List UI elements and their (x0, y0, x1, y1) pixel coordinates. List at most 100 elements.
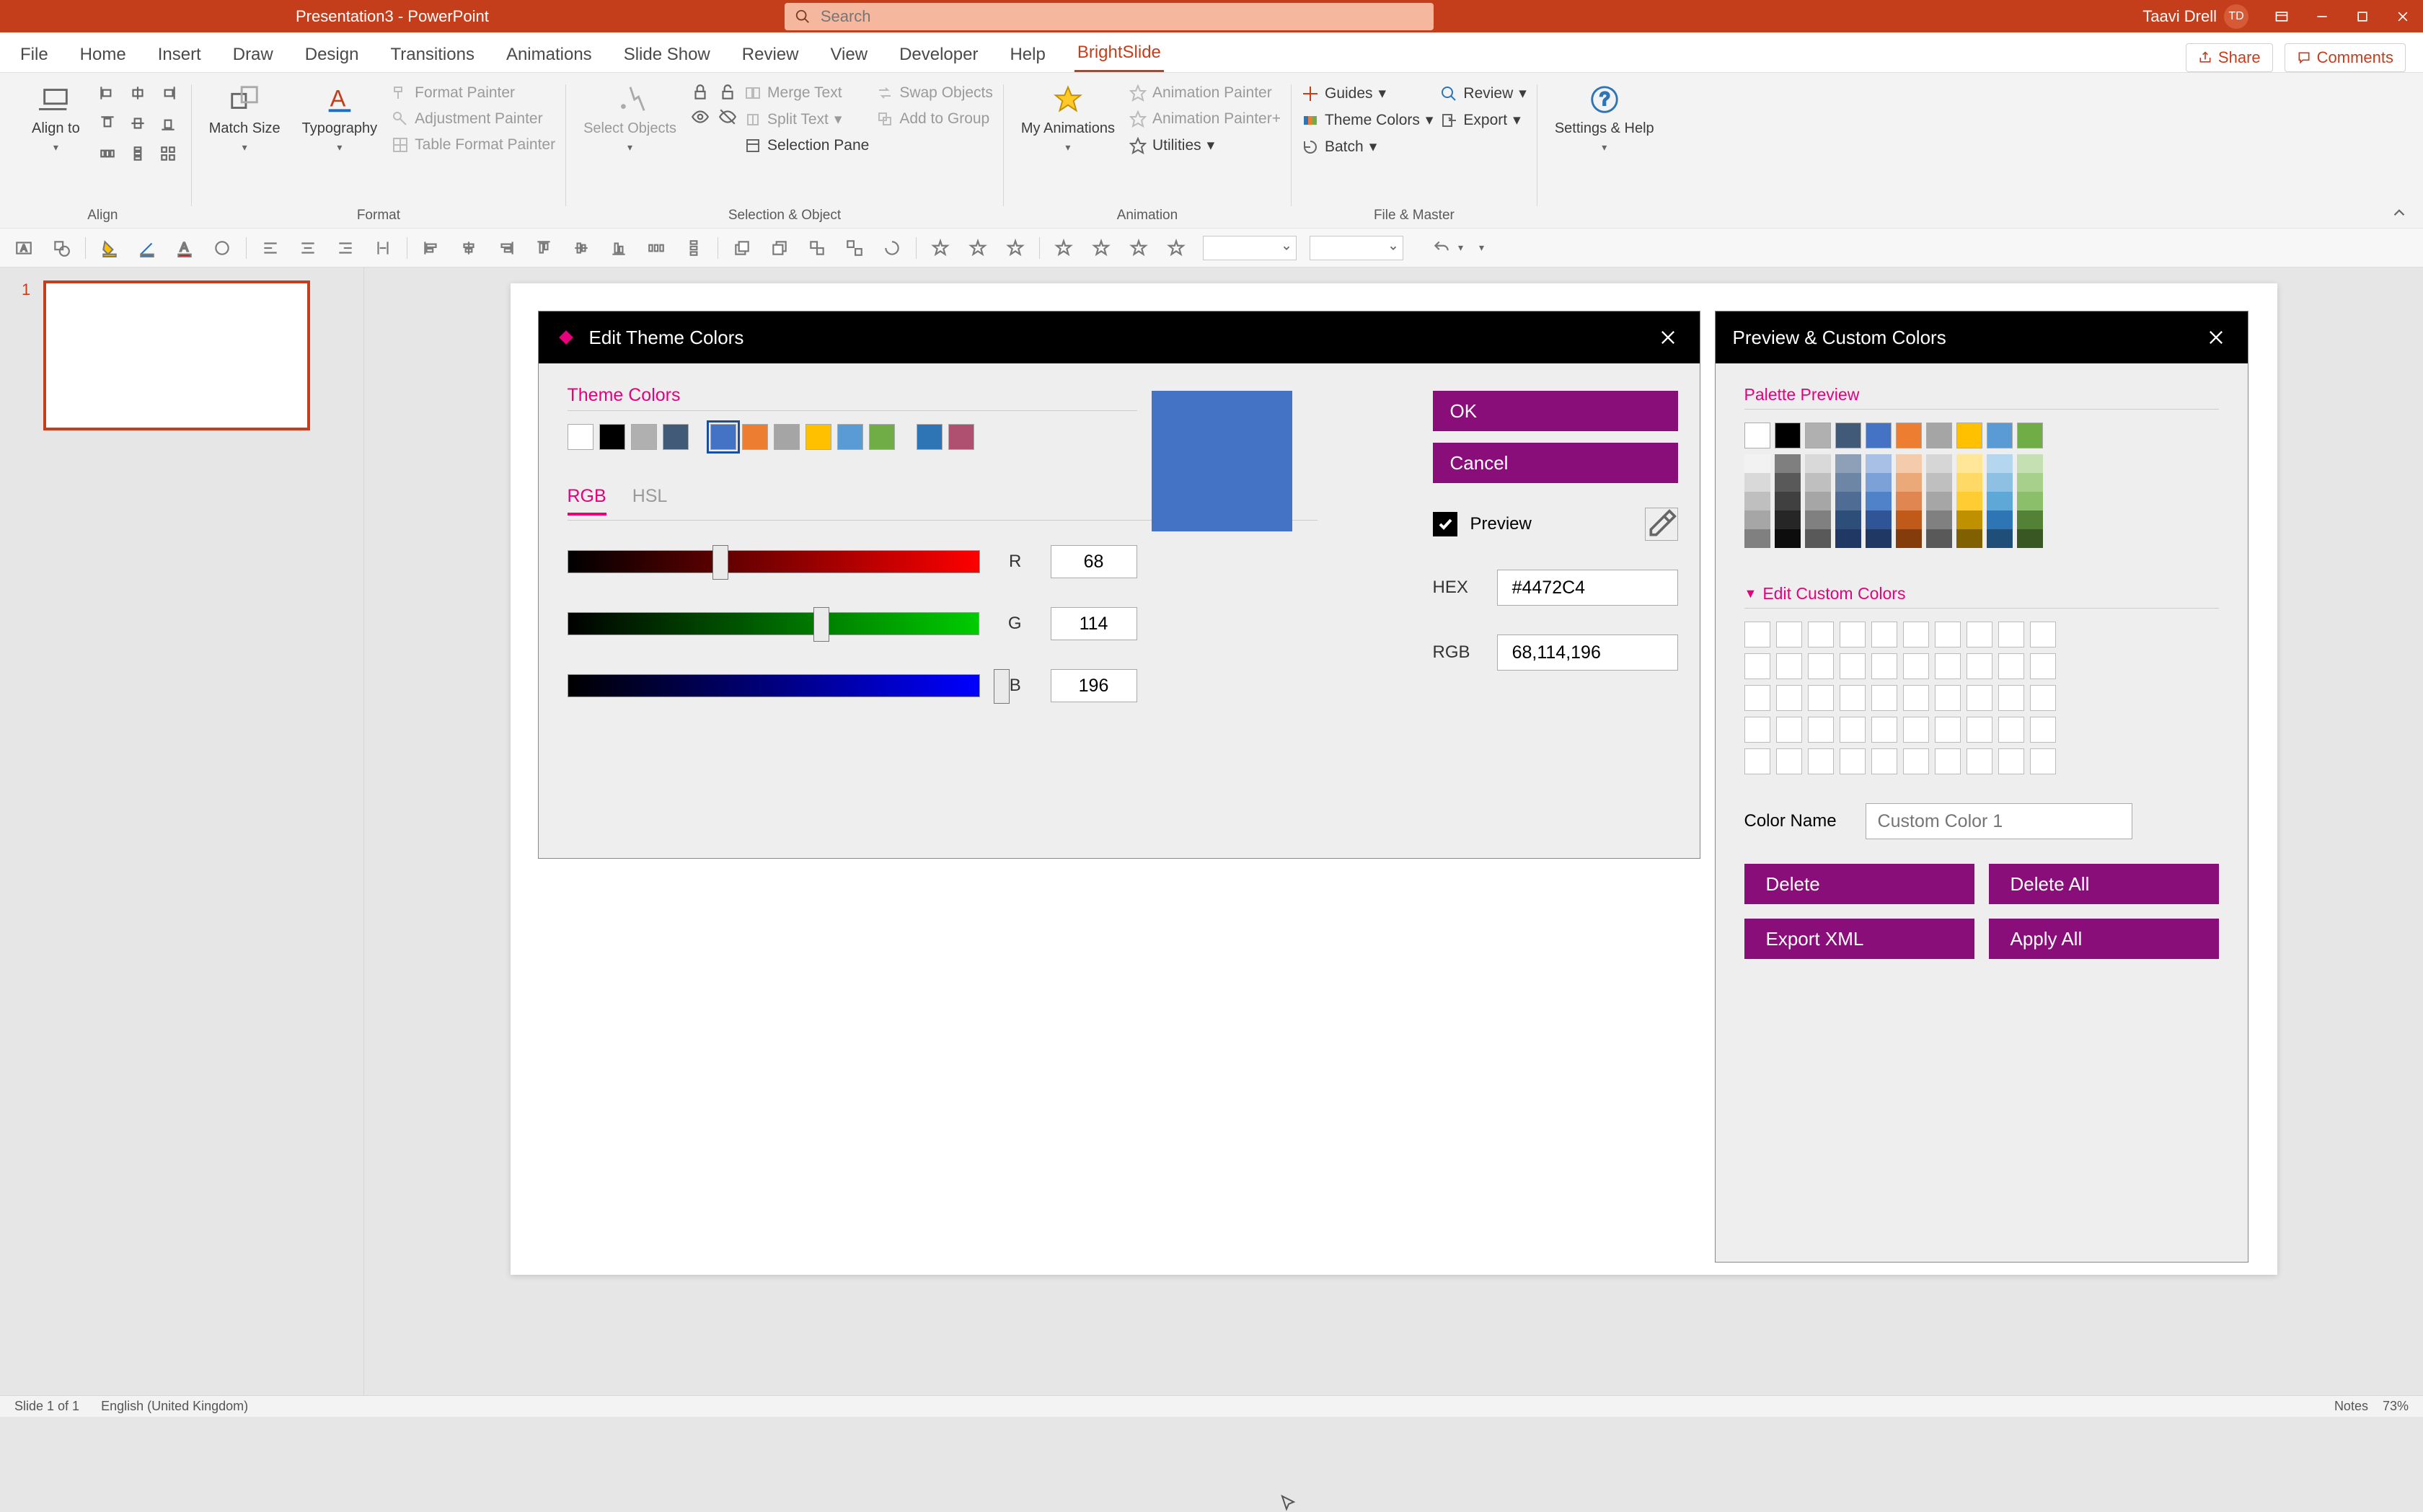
theme-swatch[interactable] (806, 424, 831, 450)
custom-color-slot[interactable] (1903, 717, 1929, 743)
tab-developer[interactable]: Developer (896, 37, 981, 72)
custom-color-slot[interactable] (1808, 748, 1834, 774)
review-button[interactable]: Review ▾ (1440, 83, 1526, 104)
palette-shade[interactable] (1744, 510, 1770, 529)
custom-color-slot[interactable] (1903, 748, 1929, 774)
align-middle-icon[interactable] (125, 110, 151, 136)
theme-swatch[interactable] (710, 424, 736, 450)
guides-button[interactable]: Guides ▾ (1302, 83, 1433, 104)
rgb-value[interactable]: 68,114,196 (1497, 635, 1678, 671)
custom-color-slot[interactable] (1776, 748, 1802, 774)
custom-color-slot[interactable] (1871, 717, 1897, 743)
custom-color-slot[interactable] (2030, 653, 2056, 679)
tab-draw[interactable]: Draw (230, 37, 276, 72)
star-7-icon[interactable] (1162, 234, 1190, 262)
add-to-group-button[interactable]: Add to Group (876, 109, 993, 129)
rotate-icon[interactable] (878, 234, 906, 262)
preview-checkbox[interactable] (1433, 512, 1457, 536)
theme-colors-button[interactable]: Theme Colors ▾ (1302, 110, 1433, 131)
shape-tool-icon[interactable] (48, 234, 75, 262)
star-1-icon[interactable] (927, 234, 954, 262)
bring-forward-icon[interactable] (728, 234, 756, 262)
palette-swatch[interactable] (1866, 423, 1892, 448)
undo-icon[interactable] (1428, 234, 1455, 262)
theme-swatch[interactable] (742, 424, 768, 450)
distribute-grid-icon[interactable] (155, 141, 181, 167)
tab-slideshow[interactable]: Slide Show (621, 37, 713, 72)
theme-swatch[interactable] (948, 424, 974, 450)
combo-2[interactable] (1310, 236, 1403, 260)
theme-swatch[interactable] (631, 424, 657, 450)
custom-color-slot[interactable] (1776, 653, 1802, 679)
custom-color-slot[interactable] (2030, 717, 2056, 743)
star-2-icon[interactable] (964, 234, 992, 262)
palette-shade[interactable] (1835, 454, 1861, 473)
obj-align-top-icon[interactable] (530, 234, 557, 262)
palette-shade[interactable] (1775, 510, 1801, 529)
dist-v-icon[interactable] (680, 234, 707, 262)
spacing-icon[interactable] (369, 234, 397, 262)
share-button[interactable]: Share (2186, 43, 2273, 72)
delete-button[interactable]: Delete (1744, 864, 1974, 904)
ungroup-icon[interactable] (841, 234, 868, 262)
palette-shade[interactable] (1956, 492, 1982, 510)
split-text-button[interactable]: Split Text ▾ (744, 109, 869, 130)
color-name-input[interactable] (1866, 803, 2132, 839)
palette-swatch[interactable] (1744, 423, 1770, 448)
tab-file[interactable]: File (17, 37, 51, 72)
select-objects-button[interactable]: Select Objects▾ (576, 80, 684, 156)
export-xml-button[interactable]: Export XML (1744, 919, 1974, 959)
combo-1[interactable] (1203, 236, 1297, 260)
palette-shade[interactable] (1896, 529, 1922, 548)
custom-color-slot[interactable] (1840, 653, 1866, 679)
cancel-button[interactable]: Cancel (1433, 443, 1678, 483)
custom-color-slot[interactable] (1998, 748, 2024, 774)
input-r[interactable] (1051, 545, 1137, 578)
custom-color-slot[interactable] (1998, 653, 2024, 679)
star-6-icon[interactable] (1125, 234, 1152, 262)
custom-color-slot[interactable] (2030, 622, 2056, 647)
textbox-tool-icon[interactable]: A (10, 234, 37, 262)
tab-design[interactable]: Design (302, 37, 362, 72)
lock-icon[interactable] (691, 83, 710, 102)
custom-color-slot[interactable] (1903, 653, 1929, 679)
tab-rgb[interactable]: RGB (568, 486, 606, 516)
custom-color-slot[interactable] (1744, 685, 1770, 711)
obj-align-center-icon[interactable] (455, 234, 482, 262)
utilities-button[interactable]: Utilities ▾ (1129, 135, 1281, 156)
palette-swatch[interactable] (1987, 423, 2013, 448)
palette-shade[interactable] (1866, 473, 1892, 492)
custom-color-slot[interactable] (1967, 748, 1992, 774)
tab-brightslide[interactable]: BrightSlide (1074, 35, 1164, 72)
custom-color-slot[interactable] (1871, 748, 1897, 774)
palette-shade[interactable] (1805, 492, 1831, 510)
palette-shade[interactable] (1956, 473, 1982, 492)
input-g[interactable] (1051, 607, 1137, 640)
chevron-down-icon[interactable]: ▼ (1744, 586, 1757, 601)
adjustment-painter-button[interactable]: Adjustment Painter (392, 109, 555, 129)
palette-shade[interactable] (1896, 473, 1922, 492)
custom-color-slot[interactable] (1744, 748, 1770, 774)
minimize-button[interactable] (2302, 0, 2342, 32)
palette-shade[interactable] (1744, 529, 1770, 548)
tab-help[interactable]: Help (1007, 37, 1048, 72)
effects-icon[interactable] (208, 234, 236, 262)
palette-swatch[interactable] (1835, 423, 1861, 448)
input-b[interactable] (1051, 669, 1137, 702)
palette-shade[interactable] (1805, 454, 1831, 473)
custom-color-slot[interactable] (1776, 685, 1802, 711)
swap-objects-button[interactable]: Swap Objects (876, 83, 993, 103)
theme-swatch[interactable] (837, 424, 863, 450)
outline-color-icon[interactable] (133, 234, 161, 262)
custom-color-slot[interactable] (1744, 653, 1770, 679)
align-left-2-icon[interactable] (257, 234, 284, 262)
theme-swatch[interactable] (774, 424, 800, 450)
custom-color-slot[interactable] (1776, 717, 1802, 743)
close-dialog-2-button[interactable] (2202, 323, 2230, 352)
obj-align-middle-icon[interactable] (568, 234, 595, 262)
slide[interactable]: Edit Theme Colors Theme Colors RGB HSL (511, 283, 2277, 1275)
obj-align-right-icon[interactable] (493, 234, 520, 262)
status-notes[interactable]: Notes (2334, 1399, 2368, 1414)
close-dialog-button[interactable] (1654, 323, 1682, 352)
ok-button[interactable]: OK (1433, 391, 1678, 431)
